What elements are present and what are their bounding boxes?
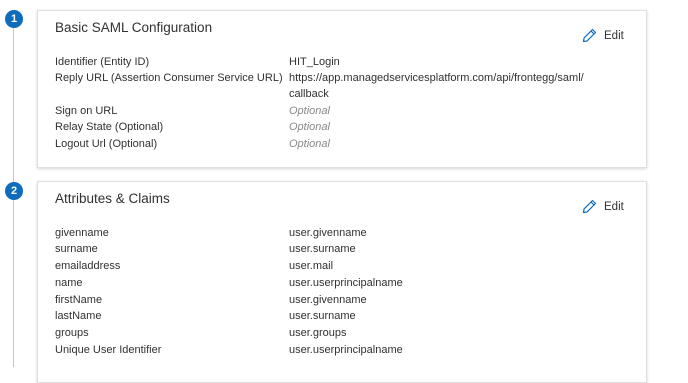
config-label: Identifier (Entity ID)	[55, 56, 150, 68]
config-label: Sign on URL	[55, 105, 118, 117]
card-title: Basic SAML Configuration	[55, 20, 213, 35]
claim-name: surname	[55, 243, 98, 255]
config-value: HIT_Login	[289, 56, 340, 68]
claim-name: givenname	[55, 227, 109, 239]
claim-value: user.mail	[289, 260, 334, 272]
claim-value: user.groups	[289, 327, 347, 339]
claim-value: user.userprincipalname	[289, 344, 403, 356]
edit-label: Edit	[604, 200, 624, 213]
pencil-icon	[582, 28, 597, 43]
config-value: https://app.managedservicesplatform.com/…	[289, 72, 584, 100]
config-value: Optional	[289, 121, 330, 133]
pencil-icon	[582, 199, 597, 214]
config-label: Logout Url (Optional)	[55, 138, 158, 150]
claim-name: groups	[55, 327, 89, 339]
step-number-badge: 1	[5, 10, 23, 28]
config-value: Optional	[289, 105, 330, 117]
claim-value: user.givenname	[289, 227, 367, 239]
step-number-badge: 2	[5, 182, 23, 200]
config-label: Reply URL (Assertion Consumer Service UR…	[55, 72, 283, 84]
card-title: Attributes & Claims	[55, 191, 170, 206]
claim-name: emailaddress	[55, 260, 121, 272]
attributes-claims-card: Attributes & Claims Edit givenname user.…	[37, 181, 647, 383]
claim-value: user.surname	[289, 310, 356, 322]
config-label: Relay State (Optional)	[55, 121, 164, 133]
claim-value: user.surname	[289, 243, 356, 255]
claim-value: user.givenname	[289, 294, 367, 306]
claim-name: lastName	[55, 310, 102, 322]
edit-button[interactable]: Edit	[582, 28, 624, 43]
config-value: Optional	[289, 138, 330, 150]
claim-value: user.userprincipalname	[289, 277, 403, 289]
claim-name: name	[55, 277, 83, 289]
edit-label: Edit	[604, 29, 624, 42]
claim-name: Unique User Identifier	[55, 344, 162, 356]
claim-name: firstName	[55, 294, 103, 306]
basic-saml-configuration-card: Basic SAML Configuration Edit Identifier…	[37, 10, 647, 168]
edit-button[interactable]: Edit	[582, 199, 624, 214]
